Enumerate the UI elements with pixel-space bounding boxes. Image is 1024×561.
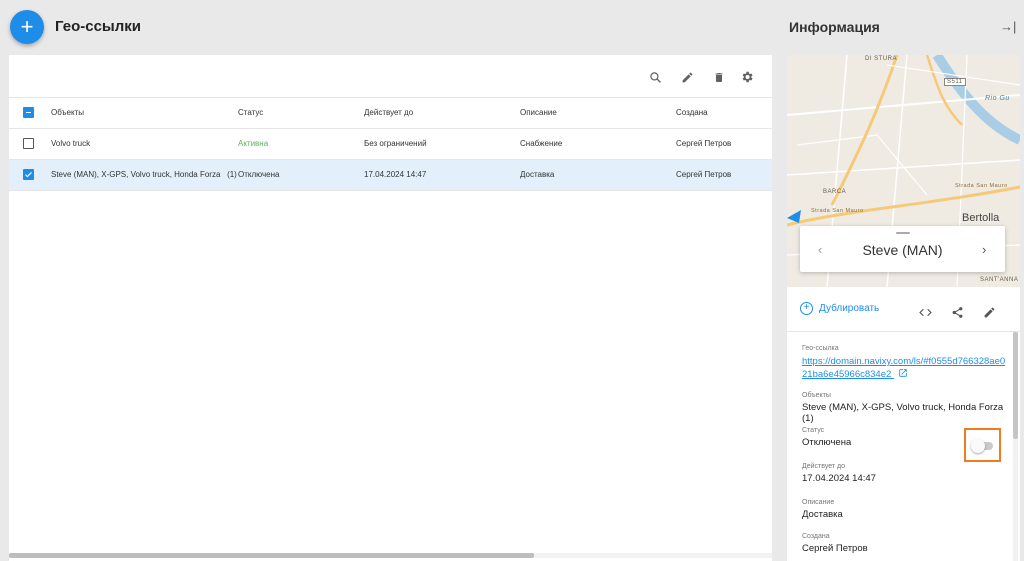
column-header-status[interactable]: Статус	[238, 98, 364, 129]
object-name: Steve (MAN)	[862, 242, 943, 258]
row-objects: Volvo truck	[51, 128, 238, 160]
row-checkbox[interactable]	[23, 169, 34, 180]
row-objects: Steve (MAN), X-GPS, Volvo truck, Honda F…	[51, 159, 238, 191]
field-label: Описание	[802, 499, 835, 506]
row-created-by: Сергей Петров	[676, 128, 772, 160]
horizontal-scrollbar[interactable]	[9, 553, 772, 558]
map-label: Strada San Mauro	[955, 183, 1008, 189]
map-label: Strada San Mauro	[811, 208, 864, 214]
geolinks-table: Объекты Статус Действует до Описание Соз…	[9, 98, 772, 191]
duplicate-label: Дублировать	[819, 303, 880, 314]
map-label: BARCA	[823, 189, 847, 195]
geolinks-list-card: Объекты Статус Действует до Описание Соз…	[9, 55, 772, 561]
column-header-valid-until[interactable]: Действует до	[364, 98, 520, 129]
field-description: Описание Доставка	[802, 499, 1007, 533]
add-circle-icon: +	[800, 302, 813, 315]
field-label: Объекты	[802, 392, 831, 399]
geolink-url-link[interactable]: https://domain.navixy.com/ls/#f0555d7663…	[802, 355, 1007, 381]
drag-handle[interactable]	[896, 232, 910, 234]
info-panel-title: Информация	[789, 19, 880, 35]
row-description: Снабжение	[520, 128, 676, 160]
field-label: Создана	[802, 533, 830, 540]
search-icon[interactable]	[645, 67, 665, 87]
settings-icon[interactable]	[737, 67, 757, 87]
row-created-by: Сергей Петров	[676, 159, 772, 191]
chevron-right-icon[interactable]: ›	[982, 242, 986, 257]
list-toolbar	[9, 55, 772, 98]
vertical-scrollbar-thumb[interactable]	[1013, 332, 1018, 439]
row-valid-until: 17.04.2024 14:47	[364, 159, 520, 191]
map-label: Bertolla	[962, 212, 1000, 224]
field-valid-until: Действует до 17.04.2024 14:47	[802, 463, 1007, 499]
map-label: S511	[944, 78, 966, 86]
info-panel: DI STURA S511 Rio Gu BARCA Strada San Ma…	[787, 55, 1020, 561]
share-icon[interactable]	[949, 304, 965, 320]
external-link-icon[interactable]	[898, 368, 908, 378]
field-objects: Объекты Steve (MAN), X-GPS, Volvo truck,…	[802, 392, 1007, 427]
field-value: Доставка	[802, 509, 843, 520]
object-navigator: ‹ Steve (MAN) ›	[800, 226, 1005, 272]
status-toggle-highlight	[964, 428, 1001, 462]
field-value: 17.04.2024 14:47	[802, 473, 876, 484]
row-objects-count: (1)	[227, 170, 237, 179]
table-header-row: Объекты Статус Действует до Описание Соз…	[9, 98, 772, 129]
collapse-panel-icon[interactable]: →|	[1000, 19, 1016, 34]
page-title: Гео-ссылки	[55, 18, 141, 35]
table-row[interactable]: Volvo truck Активна Без ограничений Снаб…	[9, 128, 772, 160]
field-value: Steve (MAN), X-GPS, Volvo truck, Honda F…	[802, 402, 1004, 424]
vertical-scrollbar[interactable]	[1013, 332, 1018, 561]
column-header-objects[interactable]: Объекты	[51, 98, 238, 129]
select-all-checkbox[interactable]	[23, 107, 34, 119]
row-status: Активна	[238, 128, 364, 160]
status-toggle[interactable]	[971, 439, 993, 453]
row-valid-until: Без ограничений	[364, 128, 520, 160]
field-value: Сергей Петров	[802, 543, 868, 554]
map-label: DI STURA	[865, 56, 898, 62]
row-status: Отключена	[238, 159, 364, 191]
column-header-description[interactable]: Описание	[520, 98, 676, 129]
info-actions: + Дублировать	[787, 292, 1020, 332]
embed-code-icon[interactable]	[917, 304, 933, 320]
duplicate-button[interactable]: + Дублировать	[800, 302, 879, 315]
column-header-created[interactable]: Создана	[676, 98, 772, 129]
field-label: Действует до	[802, 463, 846, 470]
edit-icon[interactable]	[981, 304, 997, 320]
field-created: Создана Сергей Петров	[802, 533, 1007, 561]
row-description: Доставка	[520, 159, 676, 191]
status-toggle-knob[interactable]	[971, 439, 985, 453]
table-row[interactable]: Steve (MAN), X-GPS, Volvo truck, Honda F…	[9, 159, 772, 191]
map-label: SANT'ANNA	[980, 277, 1019, 283]
map[interactable]: DI STURA S511 Rio Gu BARCA Strada San Ma…	[787, 55, 1020, 287]
row-checkbox[interactable]	[23, 138, 34, 149]
edit-icon[interactable]	[677, 67, 697, 87]
add-geolink-button[interactable]: +	[10, 10, 44, 44]
field-geolink: Гео-ссылка https://domain.navixy.com/ls/…	[802, 345, 1007, 392]
map-label: Rio Gu	[985, 95, 1010, 102]
field-label: Гео-ссылка	[802, 345, 839, 352]
delete-icon[interactable]	[709, 67, 729, 87]
horizontal-scrollbar-thumb[interactable]	[9, 553, 534, 558]
